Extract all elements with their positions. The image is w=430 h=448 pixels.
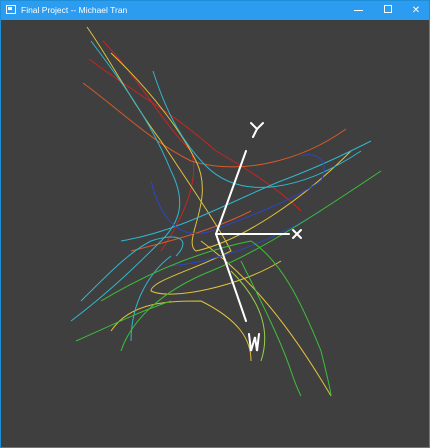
window-title: Final Project -- Michael Tran	[21, 5, 128, 15]
minimize-icon	[353, 9, 363, 11]
curve-green-2	[120, 170, 382, 352]
curve-yellow-2	[110, 52, 352, 252]
scene-svg	[70, 26, 382, 397]
close-icon: ✕	[411, 5, 421, 16]
axis-x-label	[292, 229, 302, 239]
curve-yellow-3	[110, 300, 252, 362]
maximize-icon	[384, 5, 392, 13]
minimize-button[interactable]	[343, 1, 373, 20]
curve-green-1	[100, 240, 332, 397]
maximize-button[interactable]	[373, 1, 403, 20]
axis-w-line	[215, 233, 247, 322]
app-window: Final Project -- Michael Tran ✕	[0, 0, 430, 448]
curve-green-3	[240, 260, 302, 397]
window-app-icon	[6, 5, 16, 14]
curve-cyan-5	[130, 255, 172, 342]
curve-cyan-3	[120, 140, 372, 242]
title-bar[interactable]: Final Project -- Michael Tran ✕	[1, 1, 429, 20]
curve-green-5	[75, 300, 172, 342]
attractor-curves	[70, 26, 382, 397]
curve-green-4	[230, 270, 266, 362]
curve-cyan-1	[70, 40, 181, 322]
curve-yellow-1	[86, 26, 282, 295]
close-button[interactable]: ✕	[401, 1, 430, 20]
curve-yellow-4	[200, 240, 332, 397]
axis-w-label	[248, 333, 260, 352]
axis-y-line	[215, 150, 247, 235]
axes	[215, 122, 302, 352]
axis-y-label	[250, 122, 264, 138]
curve-orange-1	[82, 82, 347, 168]
render-canvas[interactable]	[1, 20, 429, 447]
